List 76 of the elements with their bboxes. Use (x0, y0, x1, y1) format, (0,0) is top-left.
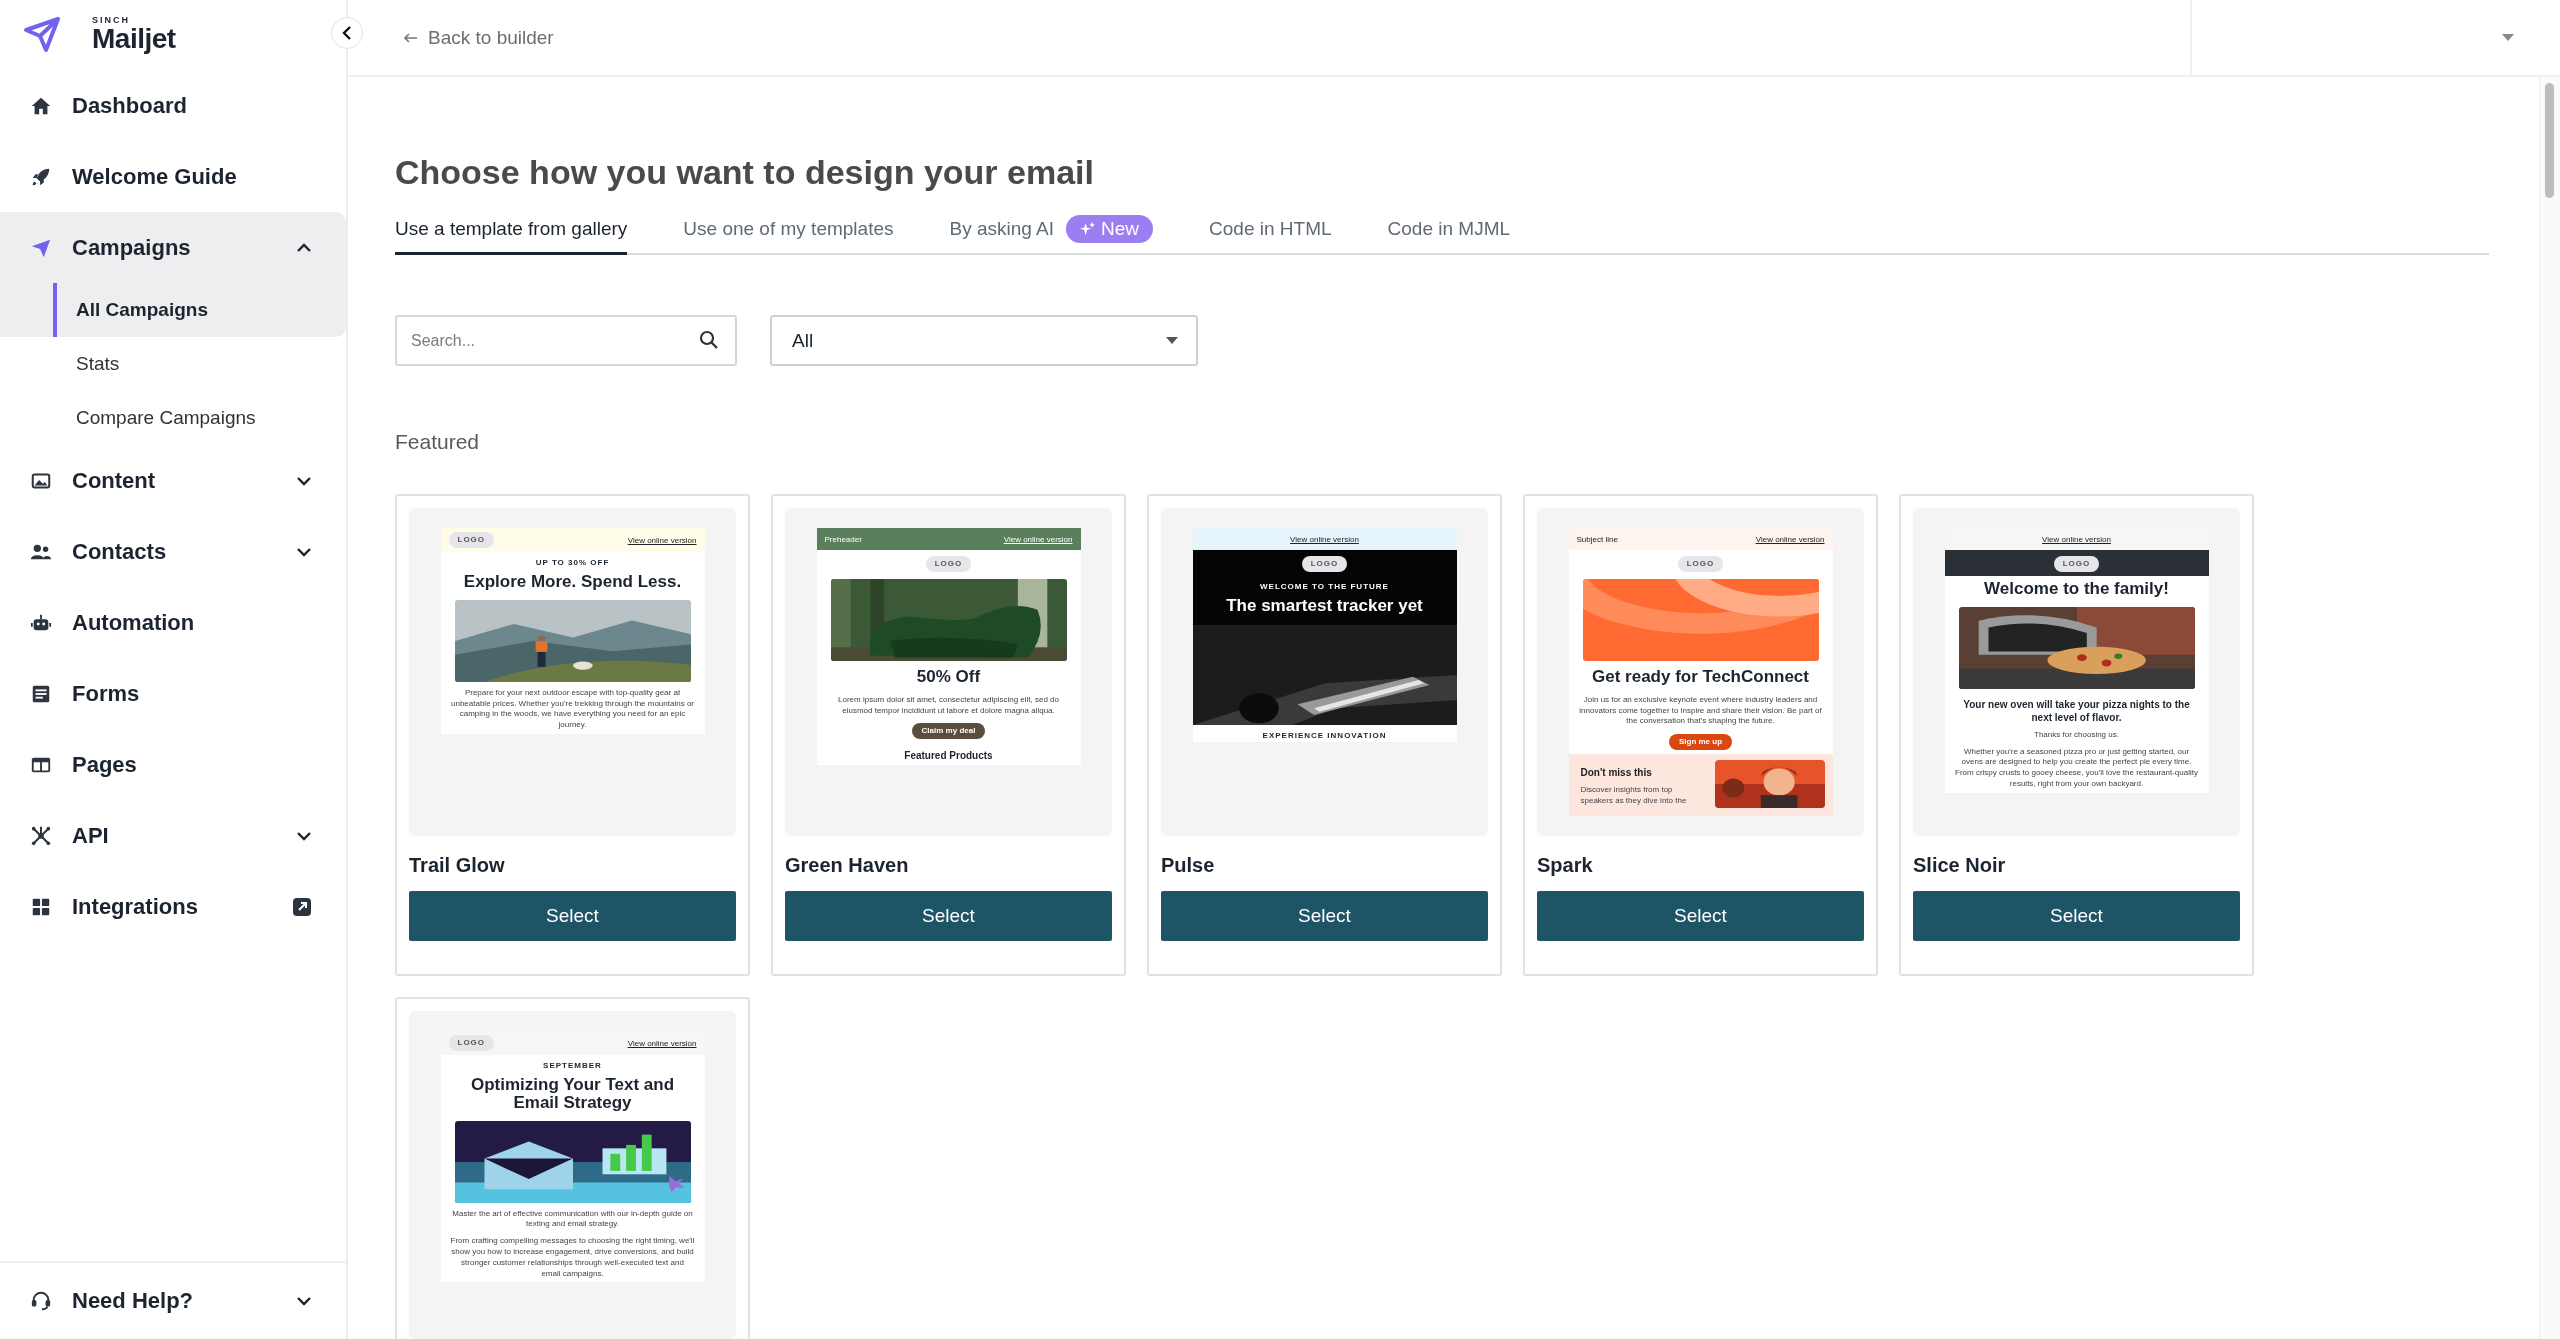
email-preheader: Subject line (1576, 534, 1618, 544)
brand-eyebrow: SINCH (92, 15, 131, 25)
email-preheader: Preheader (824, 534, 862, 544)
sparkle-icon (1080, 221, 1096, 237)
email-text: Thanks for choosing us. (2033, 729, 2120, 741)
email-link[interactable]: View online version (627, 535, 697, 545)
email-text: Master the art of effective communication with our in-depth guide on texting and email strategy. (451, 1208, 694, 1231)
category-dropdown[interactable]: All (770, 315, 1198, 366)
select-button[interactable]: Select (1161, 891, 1488, 941)
template-name: Pulse (1161, 854, 1216, 877)
nav-subitem[interactable]: Compare Campaigns (0, 391, 346, 445)
logo-icon (22, 14, 62, 54)
email-eyebrow: UP TO 30% OFF (534, 558, 611, 567)
tab[interactable]: Use a template from gallery (395, 206, 628, 255)
email-text: Discover insights from top speakers as they dive into the (1580, 785, 1688, 807)
logo-pill: LOGO (1677, 556, 1724, 572)
template-name: Spark (1537, 854, 1594, 877)
collapse-button[interactable] (331, 17, 363, 49)
logo-pill: LOGO (448, 1035, 495, 1051)
email-subheading: Don't miss this (1580, 766, 1653, 780)
search-icon (699, 330, 719, 350)
arrow-left-icon (404, 32, 418, 43)
scrollbar-thumb[interactable] (2545, 83, 2554, 198)
email-link[interactable]: View online version (1755, 534, 1825, 544)
email-button[interactable]: Sign me up (1668, 734, 1733, 751)
email-subheading: Your new oven will take your pizza nights to the next level of flavor. (1962, 697, 2191, 724)
tab[interactable]: By asking AI New (949, 206, 1154, 255)
email-link[interactable]: View online version (627, 1038, 697, 1048)
search-field[interactable]: Search... (395, 315, 737, 366)
email-heading: Optimizing Your Text and Email Strategy (469, 1076, 676, 1112)
tab[interactable]: Code in HTML (1209, 206, 1332, 255)
template-name: Slice Noir (1913, 854, 2007, 877)
select-button[interactable]: Select (409, 891, 736, 941)
select-button[interactable]: Select (1913, 891, 2240, 941)
nav-subitem[interactable]: Stats (0, 337, 346, 391)
email-link[interactable]: View online version (1290, 534, 1359, 544)
email-text: Prepare for your next outdoor escape with top-quality gear at unbeatable prices. Whether you're trekking through the mountains or camping in the woods, we have everything you need for an epic journey. (450, 687, 695, 732)
scrollbar[interactable] (2539, 77, 2560, 1339)
email-text: Whether you're a seasoned pizza pro or just getting started, our ovens are designed to help you create the perfect pie every time. From crispy crusts to gooey cheese, you'll love the restaurant-quality results, right from your own backyard. (1954, 746, 2199, 790)
email-heading: Explore More. Spend Less. (462, 573, 683, 591)
logo-pill: LOGO (2053, 556, 2100, 572)
caret-icon (1166, 337, 1178, 344)
email-heading: 50% Off (915, 668, 982, 686)
caret-icon (2502, 34, 2514, 41)
tab[interactable]: Use one of my templates (683, 206, 894, 255)
logo-pill: LOGO (448, 532, 495, 548)
email-link[interactable]: View online version (1003, 534, 1073, 544)
email-subheading: Featured Products (903, 749, 994, 763)
email-heading: Welcome to the family! (1983, 580, 2170, 598)
new-badge: New (1066, 215, 1154, 243)
email-text: Lorem ipsum dolor sit amet, consectetur adipiscing elit, sed do eiusmod tempor incididunt ut labore et dolore magna aliqua. (837, 694, 1060, 717)
logo-pill: LOGO (1301, 556, 1348, 572)
email-text: Join us for an exclusive keynote event where industry leaders and innovators come together to inspire and share their vision. Be part of the conversation that's shaping the future. (1578, 694, 1823, 728)
select-button[interactable]: Select (785, 891, 1112, 941)
nav-item[interactable]: Campaigns (0, 212, 346, 283)
brand-name: Mailjet (92, 24, 176, 53)
email-eyebrow: WELCOME TO THE FUTURE (1259, 582, 1390, 591)
tab[interactable]: Code in MJML (1387, 206, 1511, 255)
page-title: Choose how you want to design your email (395, 153, 1095, 192)
email-link[interactable]: View online version (2042, 534, 2111, 544)
help-menu[interactable]: Need Help? (0, 1261, 346, 1339)
logo-pill: LOGO (925, 556, 972, 572)
select-button[interactable]: Select (1537, 891, 1864, 941)
headset-icon (30, 1290, 52, 1312)
template-name: Trail Glow (409, 854, 506, 877)
section-title: Featured (395, 430, 481, 454)
email-eyebrow: EXPERIENCE INNOVATION (1261, 730, 1388, 740)
back-link[interactable]: Back to builder (348, 0, 554, 75)
template-name: Green Haven (785, 854, 910, 877)
chevron-left-icon (342, 25, 352, 41)
api-icon (30, 824, 52, 847)
email-heading: The smartest tracker yet (1225, 597, 1424, 615)
email-text: From crafting compelling messages to choosing the right timing, we'll show you how to increase engagement, drive conversions, and build stronger customer relationships through well-executed text and email campaigns. (450, 1236, 695, 1280)
email-button[interactable]: Claim my deal (911, 723, 986, 740)
email-heading: Get ready for TechConnect (1591, 668, 1810, 686)
email-eyebrow: SEPTEMBER (542, 1061, 603, 1070)
